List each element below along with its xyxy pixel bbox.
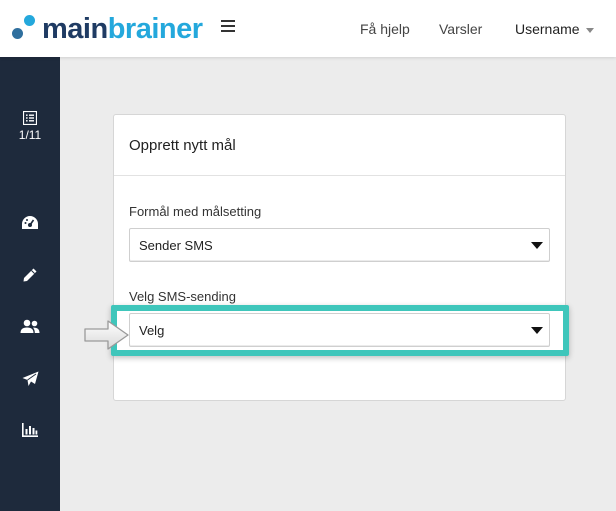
top-navbar: mainbrainer Få hjelp Varsler Username <box>0 0 616 57</box>
dashboard-icon <box>22 216 38 229</box>
sms-sending-label: Velg SMS-sending <box>129 289 236 304</box>
sidebar: 1/11 <box>0 57 60 511</box>
logo-mark <box>10 14 40 44</box>
purpose-select-value: Sender SMS <box>139 238 213 253</box>
sidebar-item-send[interactable] <box>0 371 60 387</box>
step-counter: 1/11 <box>18 128 42 142</box>
chevron-down-icon <box>585 27 594 33</box>
hamburger-menu-icon[interactable] <box>221 20 235 34</box>
sms-sending-select-value: Velg <box>139 323 165 338</box>
user-menu[interactable]: Username <box>515 21 594 37</box>
dropdown-arrow-icon <box>531 327 543 334</box>
purpose-select[interactable]: Sender SMS <box>129 228 550 262</box>
notifications-link[interactable]: Varsler <box>439 21 482 37</box>
card-title: Opprett nytt mål <box>114 115 565 176</box>
mainbrainer-logo[interactable]: mainbrainer <box>10 14 203 44</box>
sidebar-item-steps[interactable]: 1/11 <box>0 111 60 142</box>
sidebar-item-users[interactable] <box>0 319 60 334</box>
paper-plane-icon <box>22 371 38 386</box>
bar-chart-icon <box>22 423 38 437</box>
logo-text-main: main <box>42 13 108 45</box>
pencil-icon <box>23 268 37 282</box>
sidebar-item-dashboard[interactable] <box>0 215 60 231</box>
create-goal-card: Opprett nytt mål Formål med målsetting S… <box>113 114 566 401</box>
purpose-label: Formål med målsetting <box>129 204 262 219</box>
username-label: Username <box>515 21 580 37</box>
logo-text: mainbrainer <box>42 14 203 44</box>
pointer-arrow-icon <box>84 320 129 350</box>
logo-text-brainer: brainer <box>107 13 203 45</box>
users-icon <box>20 319 40 333</box>
sms-sending-select[interactable]: Velg <box>129 313 550 347</box>
list-icon <box>23 111 37 125</box>
sidebar-item-edit[interactable] <box>0 267 60 283</box>
dropdown-arrow-icon <box>531 242 543 249</box>
sidebar-item-reports[interactable] <box>0 423 60 437</box>
help-link[interactable]: Få hjelp <box>360 21 410 37</box>
